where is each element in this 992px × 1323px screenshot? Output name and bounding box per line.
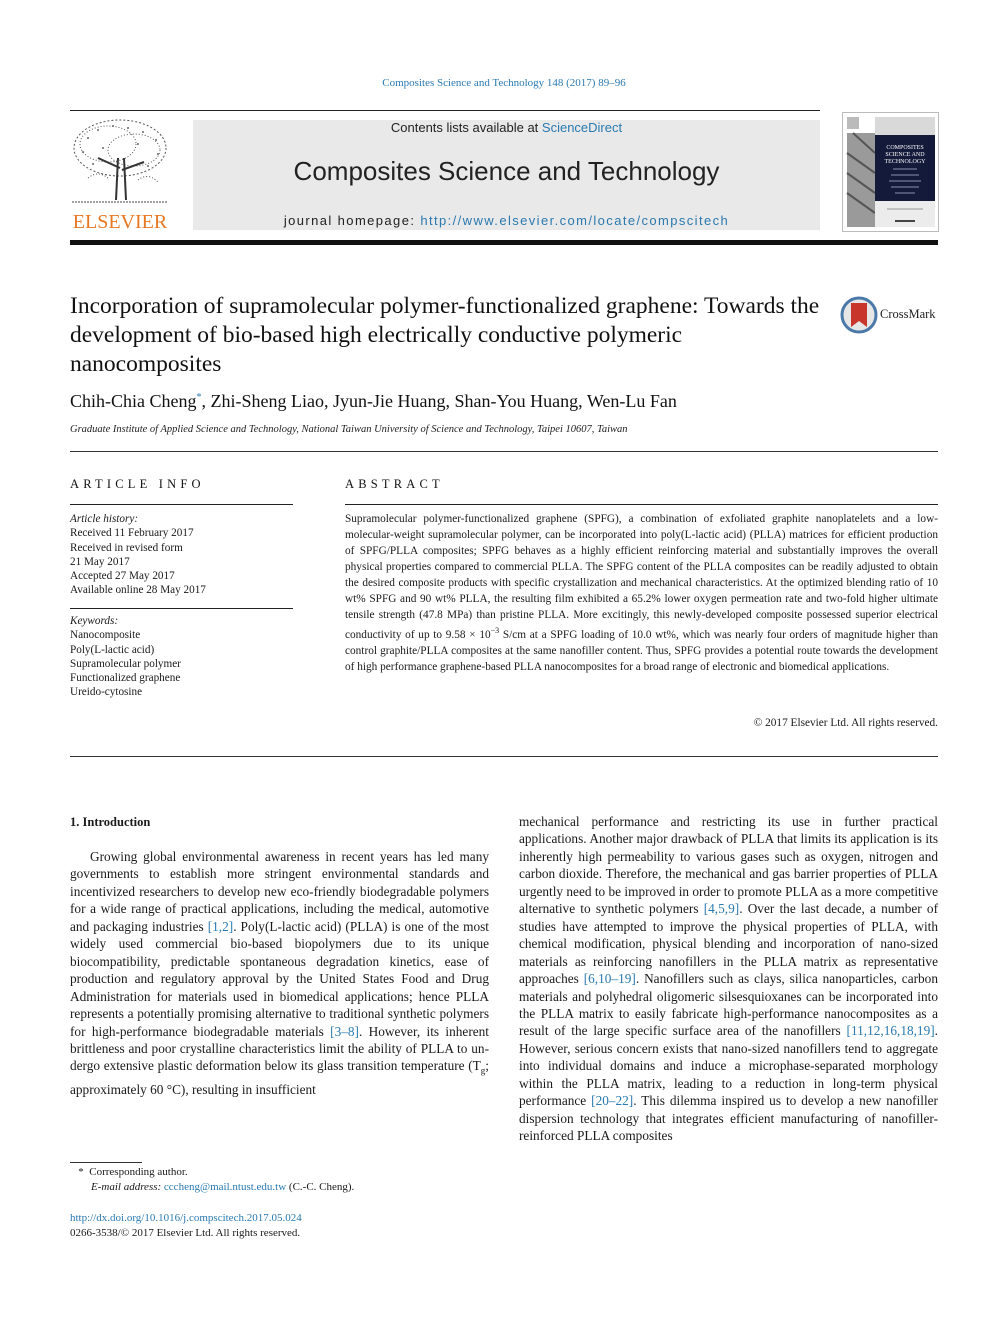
keywords-label: Keywords: [70,615,119,627]
keyword: Nanocomposite [70,629,141,642]
author-name[interactable]: Shan-You Huang [454,391,578,411]
author-name[interactable]: Jyun-Jie Huang [333,391,445,411]
citation-link[interactable]: [20–22] [591,1093,633,1108]
introduction-left-column: Growing global environmental awareness i… [70,848,489,1098]
abstract-exponent: −3 [490,626,500,636]
issn-copyright: 0266-3538/© 2017 Elsevier Ltd. All right… [70,1227,301,1239]
section-divider [70,756,938,757]
article-title: Incorporation of supramolecular polymer-… [70,293,820,377]
abstract-text-part: Supramolecular polymer-functionalized gr… [345,513,938,642]
journal-homepage-link[interactable]: http://www.elsevier.com/locate/compscite… [420,213,729,228]
masthead-bottom-bar [70,240,938,245]
journal-reference-link[interactable]: Composites Science and Technology 148 (2… [0,77,992,89]
email-suffix: (C.-C. Cheng). [286,1181,355,1193]
citation-link[interactable]: [3–8] [330,1024,359,1039]
author-affiliation: Graduate Institute of Applied Science an… [70,424,628,435]
homepage-prefix: journal homepage: [283,213,421,228]
article-info-heading: ARTICLE INFO [70,477,205,491]
elsevier-tree-icon [68,118,172,210]
body-text: . Poly(L-lactic acid) (PLLA) is one of t… [70,918,489,1039]
citation-link[interactable]: [1,2] [208,919,233,934]
keyword: Poly(L-lactic acid) [70,643,155,656]
footnote-divider [70,1162,142,1163]
history-entry: Received in revised form [70,541,183,554]
author-separator: , [201,391,211,411]
article-info-divider [70,504,293,505]
citation-link[interactable]: [6,10–19] [584,971,636,986]
header-divider [70,110,820,111]
crossmark-icon [840,296,878,334]
journal-homepage-line: journal homepage: http://www.elsevier.co… [193,213,820,228]
elsevier-wordmark: ELSEVIER [72,211,168,233]
keyword: Ureido-cytosine [70,686,143,699]
cover-title-line: SCIENCE AND [885,152,925,158]
introduction-right-column: mechanical performance and restricting i… [519,813,938,1145]
introduction-heading: 1. Introduction [70,815,151,829]
keyword: Supramolecular polymer [70,657,181,670]
cover-title-line: TECHNOLOGY [885,159,927,165]
doi-link[interactable]: http://dx.doi.org/10.1016/j.compscitech.… [70,1211,302,1226]
footnotes: * Corresponding author. E-mail address: … [70,1165,354,1195]
crossmark-badge[interactable]: CrossMark [840,293,950,337]
keyword: Functionalized graphene [70,672,181,685]
author-list: Chih-Chia Cheng*, Zhi-Sheng Liao, Jyun-J… [70,391,677,412]
sciencedirect-link[interactable]: ScienceDirect [542,120,622,135]
history-entry: Received 11 February 2017 [70,527,194,540]
history-entry: Available online 28 May 2017 [70,584,206,597]
doi-block: http://dx.doi.org/10.1016/j.compscitech.… [70,1211,302,1241]
abstract-text: Supramolecular polymer-functionalized gr… [345,511,938,675]
crossmark-label: CrossMark [880,307,936,321]
email-label: E-mail address: [91,1181,164,1193]
author-separator: , [578,391,587,411]
journal-cover-thumbnail[interactable]: COMPOSITES SCIENCE AND TECHNOLOGY [842,112,939,232]
article-history: Article history: Received 11 February 20… [70,512,293,598]
author-name[interactable]: Chih-Chia Cheng [70,391,197,411]
keywords-divider [70,608,293,609]
footnote-marker: * [78,1166,84,1178]
history-entry: Accepted 27 May 2017 [70,570,175,583]
contents-prefix: Contents lists available at [390,120,542,135]
history-entry: 21 May 2017 [70,555,130,568]
corresponding-author-text: Corresponding author. [89,1166,188,1178]
author-separator: , [323,391,333,411]
abstract-copyright: © 2017 Elsevier Ltd. All rights reserved… [753,717,938,729]
keywords-list: Keywords: Nanocomposite Poly(L-lactic ac… [70,614,293,700]
abstract-heading: ABSTRACT [345,477,444,491]
elsevier-logo: ELSEVIER [68,118,172,234]
section-divider [70,451,938,452]
author-name[interactable]: Zhi-Sheng Liao [211,391,324,411]
corresponding-author-note: * Corresponding author. [70,1165,354,1180]
citation-link[interactable]: [11,12,16,18,19] [847,1023,935,1038]
email-note: E-mail address: cccheng@mail.ntust.edu.t… [70,1180,354,1195]
abstract-divider [345,504,938,505]
journal-masthead: Contents lists available at ScienceDirec… [193,120,820,230]
email-link[interactable]: cccheng@mail.ntust.edu.tw [164,1181,286,1193]
journal-cover-image: COMPOSITES SCIENCE AND TECHNOLOGY [843,113,938,231]
citation-link[interactable]: [4,5,9] [704,901,739,916]
author-name[interactable]: Wen-Lu Fan [587,391,677,411]
journal-title: Composites Science and Technology [293,156,720,186]
article-history-label: Article history: [70,513,139,525]
cover-title-line: COMPOSITES [886,145,923,151]
contents-line: Contents lists available at ScienceDirec… [193,120,820,135]
